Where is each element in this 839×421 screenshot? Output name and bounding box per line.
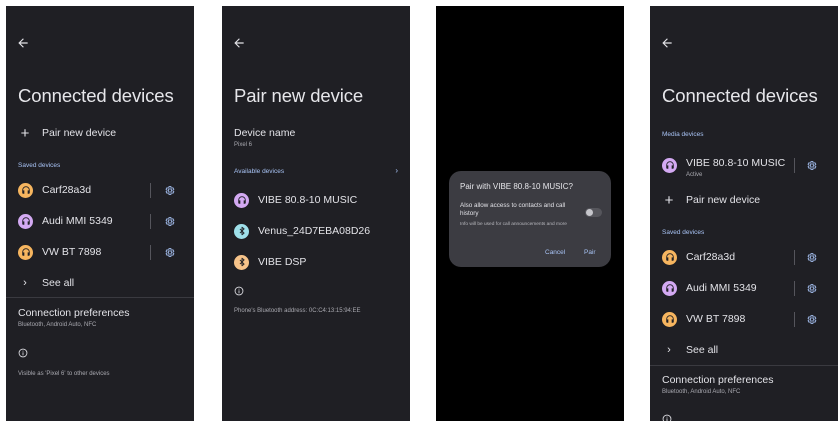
device-name: VIBE DSP — [258, 256, 307, 268]
info-icon — [18, 348, 28, 358]
device-name: Venus_24D7EBA08D26 — [258, 225, 371, 237]
divider — [150, 183, 151, 198]
back-arrow-icon[interactable] — [232, 36, 246, 50]
connection-preferences-item[interactable]: Connection preferences — [18, 307, 130, 319]
pair-new-device-label: Pair new device — [42, 127, 117, 139]
settings-gear-icon[interactable] — [164, 216, 175, 227]
dialog-title: Pair with VIBE 80.8-10 MUSIC? — [460, 182, 573, 191]
see-all-button[interactable]: › See all — [18, 270, 194, 296]
device-name: Carf28a3d — [42, 184, 92, 196]
device-name: VW BT 7898 — [42, 246, 102, 258]
headphones-icon — [662, 311, 677, 327]
refresh-indicator-icon: › — [395, 166, 398, 175]
pair-button[interactable]: Pair — [584, 249, 596, 256]
toggle-knob — [586, 209, 593, 216]
device-row[interactable]: VIBE DSP — [234, 249, 410, 275]
connected-devices-active-screen: Connected devices Media devices VIBE 80.… — [650, 6, 838, 421]
divider — [150, 245, 151, 260]
pair-dialog: Pair with VIBE 80.8-10 MUSIC? Also allow… — [449, 171, 611, 267]
back-arrow-icon[interactable] — [16, 36, 30, 50]
bluetooth-address-text: Phone's Bluetooth address: 0C:C4:13:15:9… — [234, 308, 361, 314]
device-name-value: Pixel 6 — [234, 142, 253, 148]
divider — [794, 158, 795, 173]
section-divider — [650, 365, 838, 366]
device-row[interactable]: Venus_24D7EBA08D26 — [234, 218, 410, 244]
page-title: Connected devices — [662, 85, 818, 106]
headphones-icon — [18, 213, 33, 229]
contacts-access-note: Info will be used for call announcements… — [460, 222, 567, 227]
device-name: Carf28a3d — [686, 251, 736, 263]
page-title: Pair new device — [234, 85, 364, 106]
see-all-label: See all — [686, 344, 719, 356]
settings-gear-icon[interactable] — [806, 314, 817, 325]
visibility-text: Visible as 'Pixel 6' to other devices — [18, 371, 110, 377]
divider — [794, 281, 795, 296]
connection-preferences-subtitle: Bluetooth, Android Auto, NFC — [662, 389, 741, 395]
settings-gear-icon[interactable] — [806, 160, 817, 171]
device-name: Audi MMI 5349 — [686, 282, 757, 294]
plus-icon: + — [664, 191, 674, 209]
device-row[interactable]: VIBE 80.8-10 MUSIC — [234, 187, 410, 213]
headphones-icon — [234, 192, 249, 208]
saved-devices-header: Saved devices — [662, 229, 705, 236]
chevron-right-icon: › — [23, 277, 27, 289]
pair-new-device-button[interactable]: + Pair new device — [18, 120, 194, 146]
connection-preferences-item[interactable]: Connection preferences — [662, 374, 774, 386]
headphones-icon — [662, 280, 677, 296]
contacts-access-toggle[interactable] — [585, 208, 602, 217]
connection-preferences-subtitle: Bluetooth, Android Auto, NFC — [18, 322, 97, 328]
settings-gear-icon[interactable] — [164, 185, 175, 196]
chevron-right-icon: › — [667, 344, 671, 356]
saved-devices-header: Saved devices — [18, 162, 61, 169]
info-icon — [662, 414, 672, 421]
divider — [150, 214, 151, 229]
bluetooth-icon — [234, 223, 249, 239]
device-name: VIBE 80.8-10 MUSIC — [686, 156, 786, 169]
see-all-button[interactable]: › See all — [662, 337, 838, 363]
device-name: VW BT 7898 — [686, 313, 746, 325]
headphones-icon — [18, 244, 33, 260]
media-devices-header: Media devices — [662, 131, 704, 138]
divider — [794, 312, 795, 327]
plus-icon: + — [20, 124, 30, 142]
settings-gear-icon[interactable] — [806, 252, 817, 263]
see-all-label: See all — [42, 277, 75, 289]
connected-devices-screen: Connected devices + Pair new device Save… — [6, 6, 194, 421]
divider — [794, 250, 795, 265]
device-name-item[interactable]: Device name — [234, 127, 295, 139]
info-icon — [234, 286, 244, 296]
pairing-dialog-screen: Pair with VIBE 80.8-10 MUSIC? Also allow… — [436, 6, 624, 421]
device-name: Audi MMI 5349 — [42, 215, 113, 227]
page-title: Connected devices — [18, 85, 174, 106]
available-devices-header: Available devices — [234, 168, 285, 175]
back-arrow-icon[interactable] — [660, 36, 674, 50]
pair-new-device-label: Pair new device — [686, 194, 761, 206]
pair-new-device-screen: Pair new device Device name Pixel 6 Avai… — [222, 6, 410, 421]
device-name: VIBE 80.8-10 MUSIC — [258, 194, 358, 206]
bluetooth-icon — [234, 254, 249, 270]
headphones-icon — [18, 182, 33, 198]
device-status: Active — [686, 171, 703, 178]
cancel-button[interactable]: Cancel — [545, 249, 565, 256]
pair-new-device-button[interactable]: + Pair new device — [662, 187, 838, 213]
contacts-access-label: Also allow access to contacts and call h… — [460, 202, 566, 217]
headphones-icon — [662, 157, 677, 173]
headphones-icon — [662, 249, 677, 265]
settings-gear-icon[interactable] — [806, 283, 817, 294]
settings-gear-icon[interactable] — [164, 247, 175, 258]
section-divider — [6, 297, 194, 298]
